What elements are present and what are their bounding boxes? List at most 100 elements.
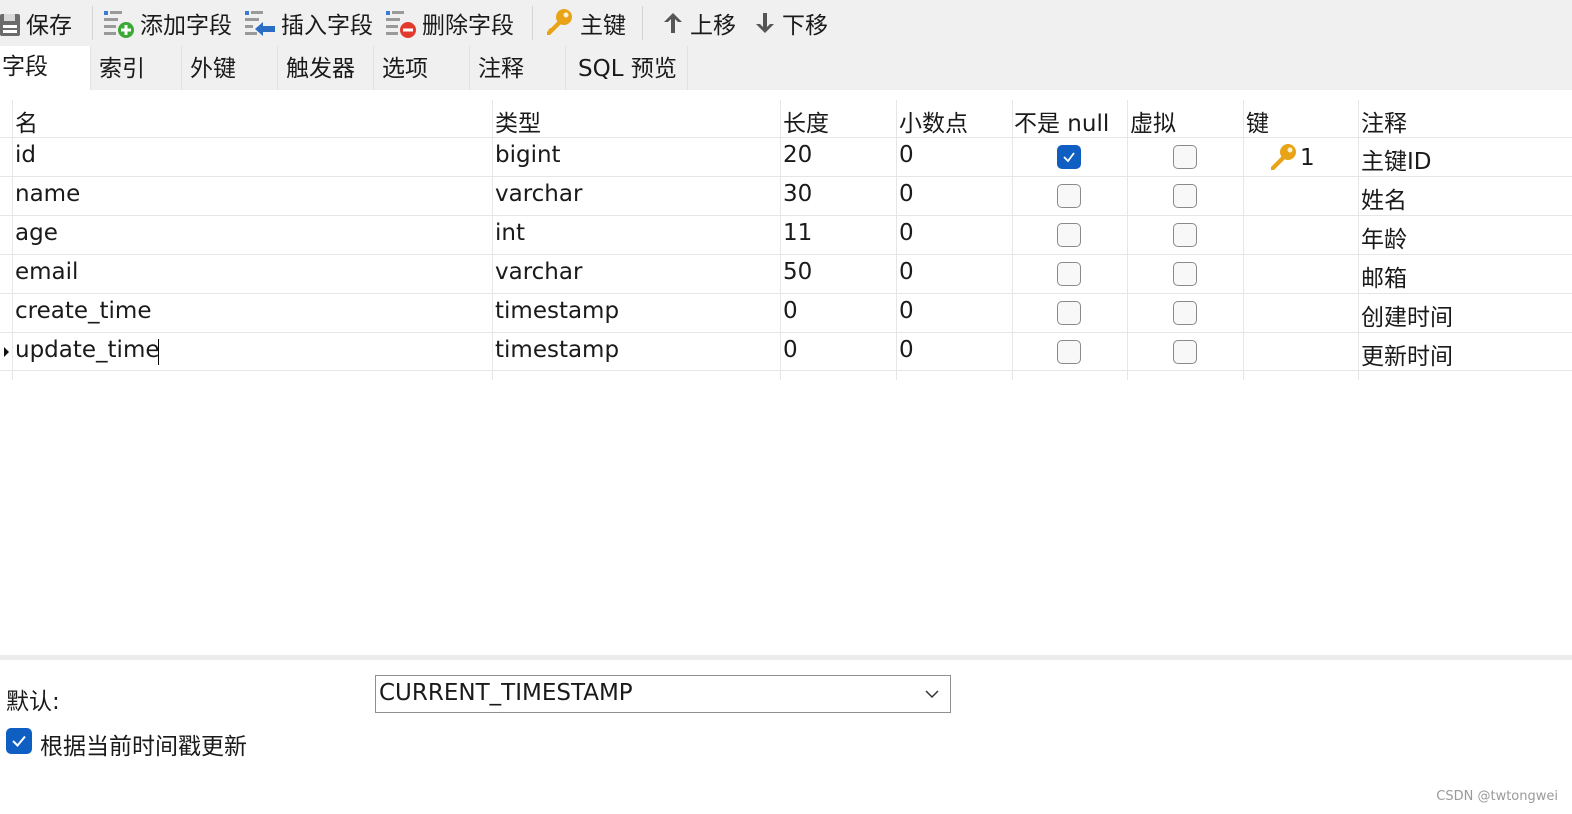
toolbar-separator (92, 6, 93, 40)
insert-field-button[interactable]: 插入字段 (243, 4, 373, 42)
toolbar-separator (532, 6, 533, 40)
cell-decimals[interactable]: 0 (899, 220, 914, 246)
move-down-button[interactable]: 下移 (752, 4, 828, 42)
cell-length[interactable]: 11 (783, 220, 812, 246)
tab-sql-preview[interactable]: SQL 预览 (566, 46, 688, 90)
cell-comment[interactable]: 年龄 (1361, 220, 1407, 254)
key-icon (547, 9, 572, 35)
not-null-checkbox[interactable] (1057, 223, 1081, 247)
add-field-icon (104, 11, 134, 38)
arrow-up-icon (664, 13, 682, 33)
watermark: CSDN @twtongwei (1436, 789, 1558, 804)
cell-decimals[interactable]: 0 (899, 337, 914, 363)
table-row[interactable]: id bigint 20 0 1 主键ID (0, 137, 1572, 176)
on-update-label: 根据当前时间戳更新 (40, 734, 247, 760)
cell-name[interactable]: create_time (15, 298, 151, 324)
table-row[interactable]: email varchar 50 0 邮箱 (0, 254, 1572, 293)
cell-type[interactable]: int (495, 220, 525, 246)
cell-comment[interactable]: 更新时间 (1361, 337, 1453, 371)
save-label: 保存 (26, 13, 72, 39)
cell-length[interactable]: 20 (783, 142, 812, 168)
move-up-label: 上移 (690, 13, 736, 39)
cell-type[interactable]: timestamp (495, 298, 619, 324)
column-header-key[interactable]: 键 (1246, 104, 1269, 138)
column-header-virtual[interactable]: 虚拟 (1130, 104, 1176, 138)
cell-length[interactable]: 50 (783, 259, 812, 285)
cell-name[interactable]: email (15, 259, 78, 285)
add-field-label: 添加字段 (140, 13, 232, 39)
column-header-comment[interactable]: 注释 (1361, 104, 1407, 138)
table-row[interactable]: create_time timestamp 0 0 创建时间 (0, 293, 1572, 332)
table-row-selected[interactable]: update_time timestamp 0 0 更新时间 (0, 332, 1572, 371)
tab-indexes[interactable]: 索引 (91, 46, 182, 90)
cell-type[interactable]: varchar (495, 181, 582, 207)
table-row[interactable]: age int 11 0 年龄 (0, 215, 1572, 254)
cell-name[interactable]: name (15, 181, 80, 207)
move-up-button[interactable]: 上移 (660, 4, 736, 42)
cell-decimals[interactable]: 0 (899, 259, 914, 285)
not-null-checkbox[interactable] (1057, 184, 1081, 208)
virtual-checkbox[interactable] (1173, 262, 1197, 286)
cell-type[interactable]: timestamp (495, 337, 619, 363)
table-row[interactable]: name varchar 30 0 姓名 (0, 176, 1572, 215)
default-label: 默认: (6, 689, 60, 715)
virtual-checkbox[interactable] (1173, 145, 1197, 169)
cell-length[interactable]: 0 (783, 337, 798, 363)
delete-field-button[interactable]: 删除字段 (384, 4, 514, 42)
cell-comment[interactable]: 主键ID (1361, 142, 1432, 176)
text-caret (158, 339, 159, 365)
tab-comment[interactable]: 注释 (470, 46, 566, 90)
cell-length[interactable]: 30 (783, 181, 812, 207)
virtual-checkbox[interactable] (1173, 301, 1197, 325)
on-update-checkbox[interactable] (6, 728, 32, 754)
cell-name[interactable]: id (15, 142, 36, 168)
primary-key-label: 主键 (580, 13, 626, 39)
primary-key-button[interactable]: 主键 (542, 4, 626, 42)
insert-field-label: 插入字段 (281, 13, 373, 39)
fields-grid: 名 类型 长度 小数点 不是 null 虚拟 键 注释 id bigint 20… (0, 90, 1572, 655)
cell-name[interactable]: age (15, 220, 58, 246)
key-order: 1 (1300, 145, 1315, 171)
cell-length[interactable]: 0 (783, 298, 798, 324)
cell-comment[interactable]: 姓名 (1361, 181, 1407, 215)
not-null-checkbox[interactable] (1057, 301, 1081, 325)
tab-triggers[interactable]: 触发器 (278, 46, 374, 90)
tab-bar: 字段 索引 外键 触发器 选项 注释 SQL 预览 (0, 46, 1572, 90)
checkmark-icon (12, 735, 26, 747)
cell-name[interactable]: update_time (15, 337, 160, 363)
save-icon (0, 14, 20, 36)
column-header-decimals[interactable]: 小数点 (899, 104, 968, 138)
not-null-checkbox[interactable] (1057, 145, 1081, 169)
cell-decimals[interactable]: 0 (899, 181, 914, 207)
delete-field-icon (386, 11, 416, 38)
insert-field-icon (245, 11, 275, 36)
virtual-checkbox[interactable] (1173, 184, 1197, 208)
tab-foreign-keys[interactable]: 外键 (182, 46, 278, 90)
arrow-down-icon (756, 13, 774, 33)
toolbar: 保存 添加字段 插入字段 删除字段 主键 上移 下移 (0, 0, 1572, 46)
tab-fields[interactable]: 字段 (0, 46, 91, 90)
default-value-text: CURRENT_TIMESTAMP (379, 680, 633, 706)
column-header-not-null[interactable]: 不是 null (1014, 104, 1109, 138)
not-null-checkbox[interactable] (1057, 262, 1081, 286)
cell-comment[interactable]: 创建时间 (1361, 298, 1453, 332)
virtual-checkbox[interactable] (1173, 223, 1197, 247)
default-value-select[interactable]: CURRENT_TIMESTAMP (375, 675, 951, 713)
column-header-name[interactable]: 名 (15, 104, 38, 138)
virtual-checkbox[interactable] (1173, 340, 1197, 364)
column-header-type[interactable]: 类型 (495, 104, 541, 138)
save-button[interactable]: 保存 (0, 4, 72, 42)
cell-decimals[interactable]: 0 (899, 142, 914, 168)
not-null-checkbox[interactable] (1057, 340, 1081, 364)
add-field-button[interactable]: 添加字段 (102, 4, 232, 42)
tab-options[interactable]: 选项 (374, 46, 470, 90)
column-header-length[interactable]: 长度 (783, 104, 829, 138)
key-icon (1271, 144, 1296, 170)
cell-type[interactable]: bigint (495, 142, 561, 168)
delete-field-label: 删除字段 (422, 13, 514, 39)
cell-type[interactable]: varchar (495, 259, 582, 285)
cell-comment[interactable]: 邮箱 (1361, 259, 1407, 293)
cell-decimals[interactable]: 0 (899, 298, 914, 324)
panel-splitter[interactable] (0, 655, 1572, 660)
move-down-label: 下移 (782, 13, 828, 39)
